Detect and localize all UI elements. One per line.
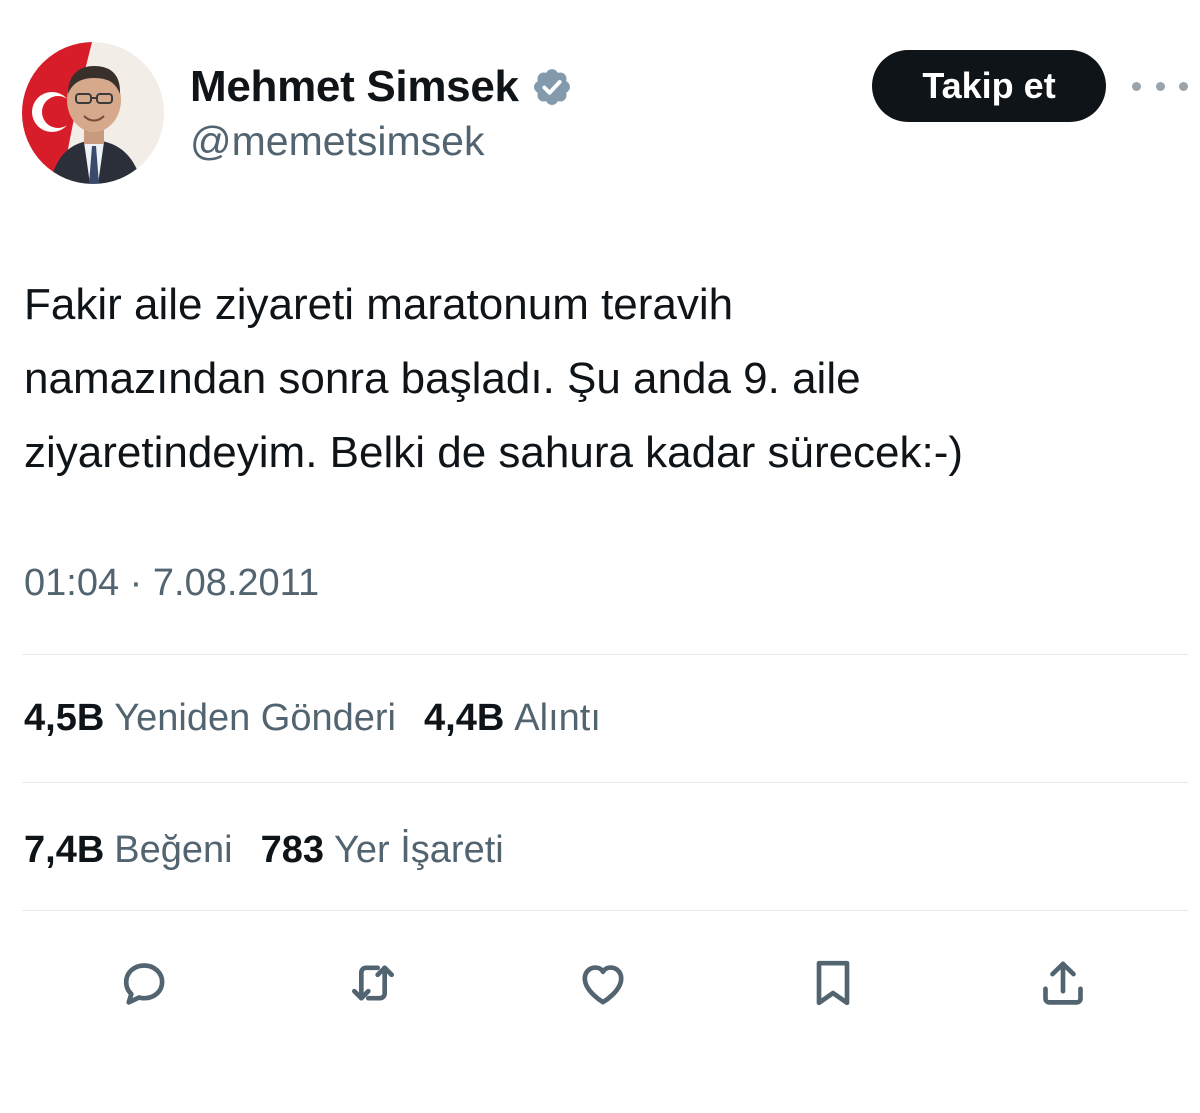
divider (22, 654, 1188, 655)
dot (1179, 81, 1188, 91)
stats-row-2: 7,4B Beğeni 783 Yer İşareti (24, 820, 532, 880)
retweet-icon (352, 965, 394, 1001)
reply-icon (123, 963, 165, 1005)
action-bar (0, 940, 1200, 1030)
stats-row-1: 4,5B Yeniden Gönderi 4,4B Alıntı (24, 688, 629, 748)
tweet-date: 7.08.2011 (152, 562, 320, 604)
avatar-image (22, 42, 164, 184)
bookmarks-stat[interactable]: 783 Yer İşareti (261, 829, 504, 872)
reposts-label: Yeniden Gönderi (114, 696, 396, 739)
reposts-count: 4,5B (24, 696, 105, 739)
user-handle[interactable]: @memetsimsek (190, 118, 485, 165)
reply-button[interactable] (108, 948, 178, 1018)
avatar[interactable] (22, 42, 164, 184)
like-button[interactable] (568, 948, 638, 1018)
reposts-stat[interactable]: 4,5B Yeniden Gönderi (24, 697, 396, 740)
share-icon (1043, 961, 1083, 1005)
display-name-row: Mehmet Simsek (190, 56, 573, 118)
bookmarks-label: Yer İşareti (334, 828, 504, 871)
tweet-text: Fakir aile ziyareti maratonum teravih na… (24, 280, 964, 477)
quotes-label: Alıntı (514, 696, 601, 739)
tweet-timestamp[interactable]: 01:04 · 7.08.2011 (24, 562, 319, 605)
quotes-count: 4,4B (424, 696, 505, 739)
divider (22, 782, 1188, 783)
display-name[interactable]: Mehmet Simsek (190, 62, 519, 112)
likes-count: 7,4B (24, 828, 105, 871)
like-icon (582, 965, 624, 1005)
dot (1155, 81, 1165, 91)
verified-badge-icon[interactable] (531, 66, 573, 108)
bookmarks-count: 783 (260, 828, 325, 871)
meta-separator: · (129, 562, 143, 604)
follow-button[interactable]: Takip et (872, 50, 1106, 122)
dot (1132, 81, 1141, 91)
retweet-button[interactable] (338, 948, 408, 1018)
divider (22, 910, 1188, 911)
quotes-stat[interactable]: 4,4B Alıntı (424, 697, 601, 740)
tweet-time: 01:04 (24, 562, 120, 604)
share-button[interactable] (1028, 948, 1098, 1018)
bookmark-button[interactable] (798, 948, 868, 1018)
bookmark-icon (816, 960, 850, 1006)
tweet-card: Mehmet Simsek @memetsimsek Takip et Faki… (0, 0, 1200, 1113)
likes-label: Beğeni (114, 828, 233, 871)
likes-stat[interactable]: 7,4B Beğeni (24, 829, 233, 872)
more-options-icon[interactable] (1132, 70, 1188, 102)
